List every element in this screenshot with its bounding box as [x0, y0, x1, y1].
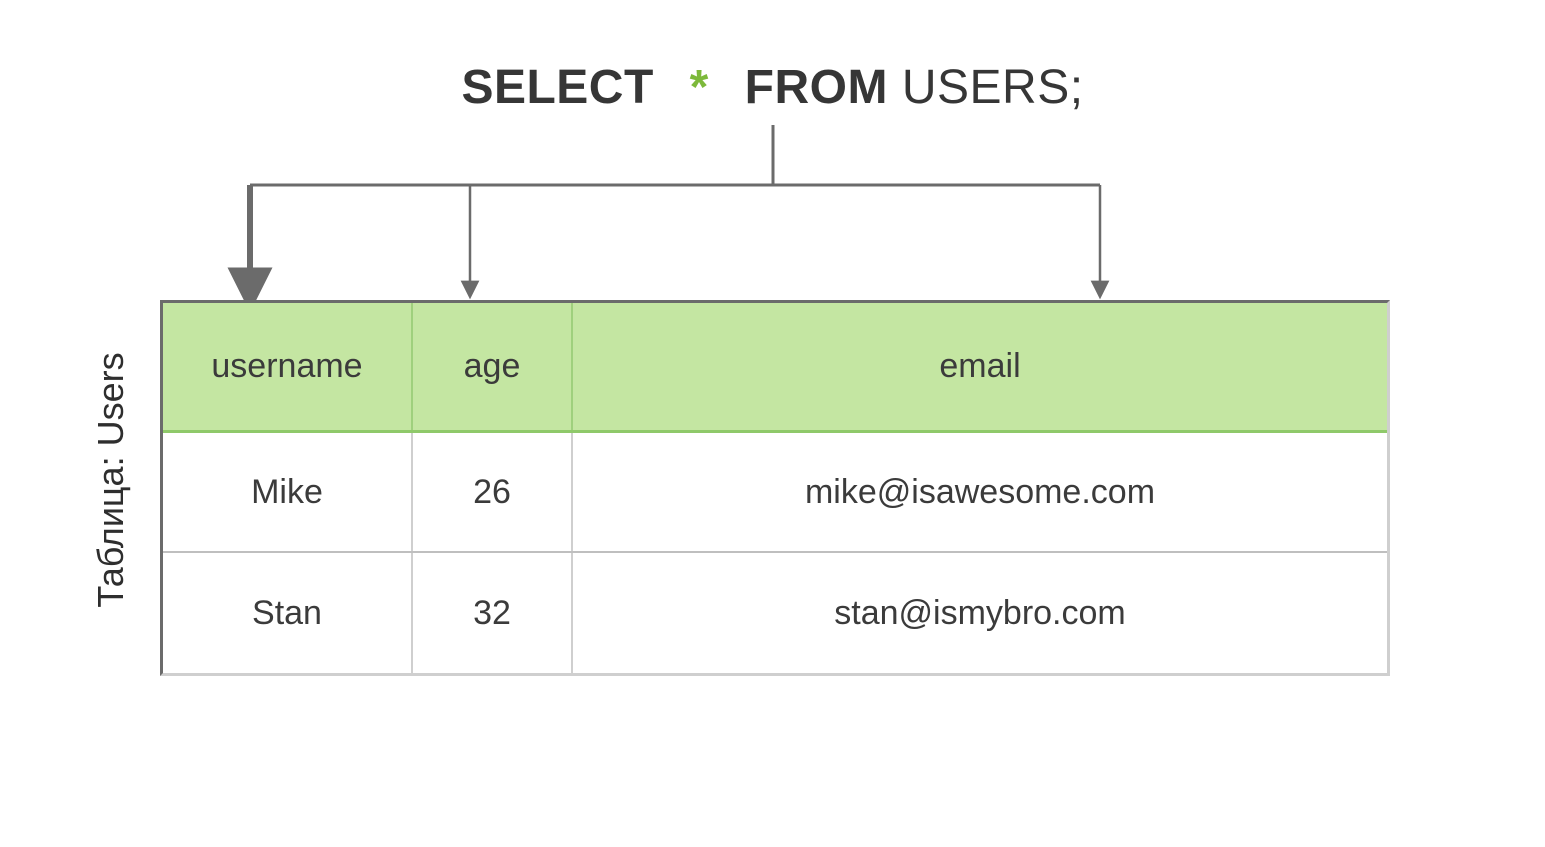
column-header-age: age	[413, 303, 573, 430]
table-row: Stan 32 stan@ismybro.com	[163, 553, 1387, 673]
cell-age: 26	[413, 433, 573, 551]
cell-email: mike@isawesome.com	[573, 433, 1387, 551]
sql-select-keyword: SELECT	[461, 61, 653, 114]
cell-age: 32	[413, 553, 573, 673]
sql-statement: SELECT * FROM USERS;	[0, 60, 1545, 115]
table-caption-vertical: Таблица: Users	[90, 225, 132, 480]
cell-email: stan@ismybro.com	[573, 553, 1387, 673]
table-row: Mike 26 mike@isawesome.com	[163, 433, 1387, 553]
column-header-username: username	[163, 303, 413, 430]
users-table: username age email Mike 26 mike@isawesom…	[160, 300, 1390, 676]
table-header-row: username age email	[163, 303, 1387, 433]
sql-star: *	[668, 61, 731, 114]
cell-username: Mike	[163, 433, 413, 551]
column-header-email: email	[573, 303, 1387, 430]
diagram-canvas: SELECT * FROM USERS; Таблица: Users user…	[0, 0, 1545, 847]
cell-username: Stan	[163, 553, 413, 673]
sql-table-name: USERS;	[902, 61, 1084, 114]
sql-from-keyword: FROM	[745, 61, 888, 114]
